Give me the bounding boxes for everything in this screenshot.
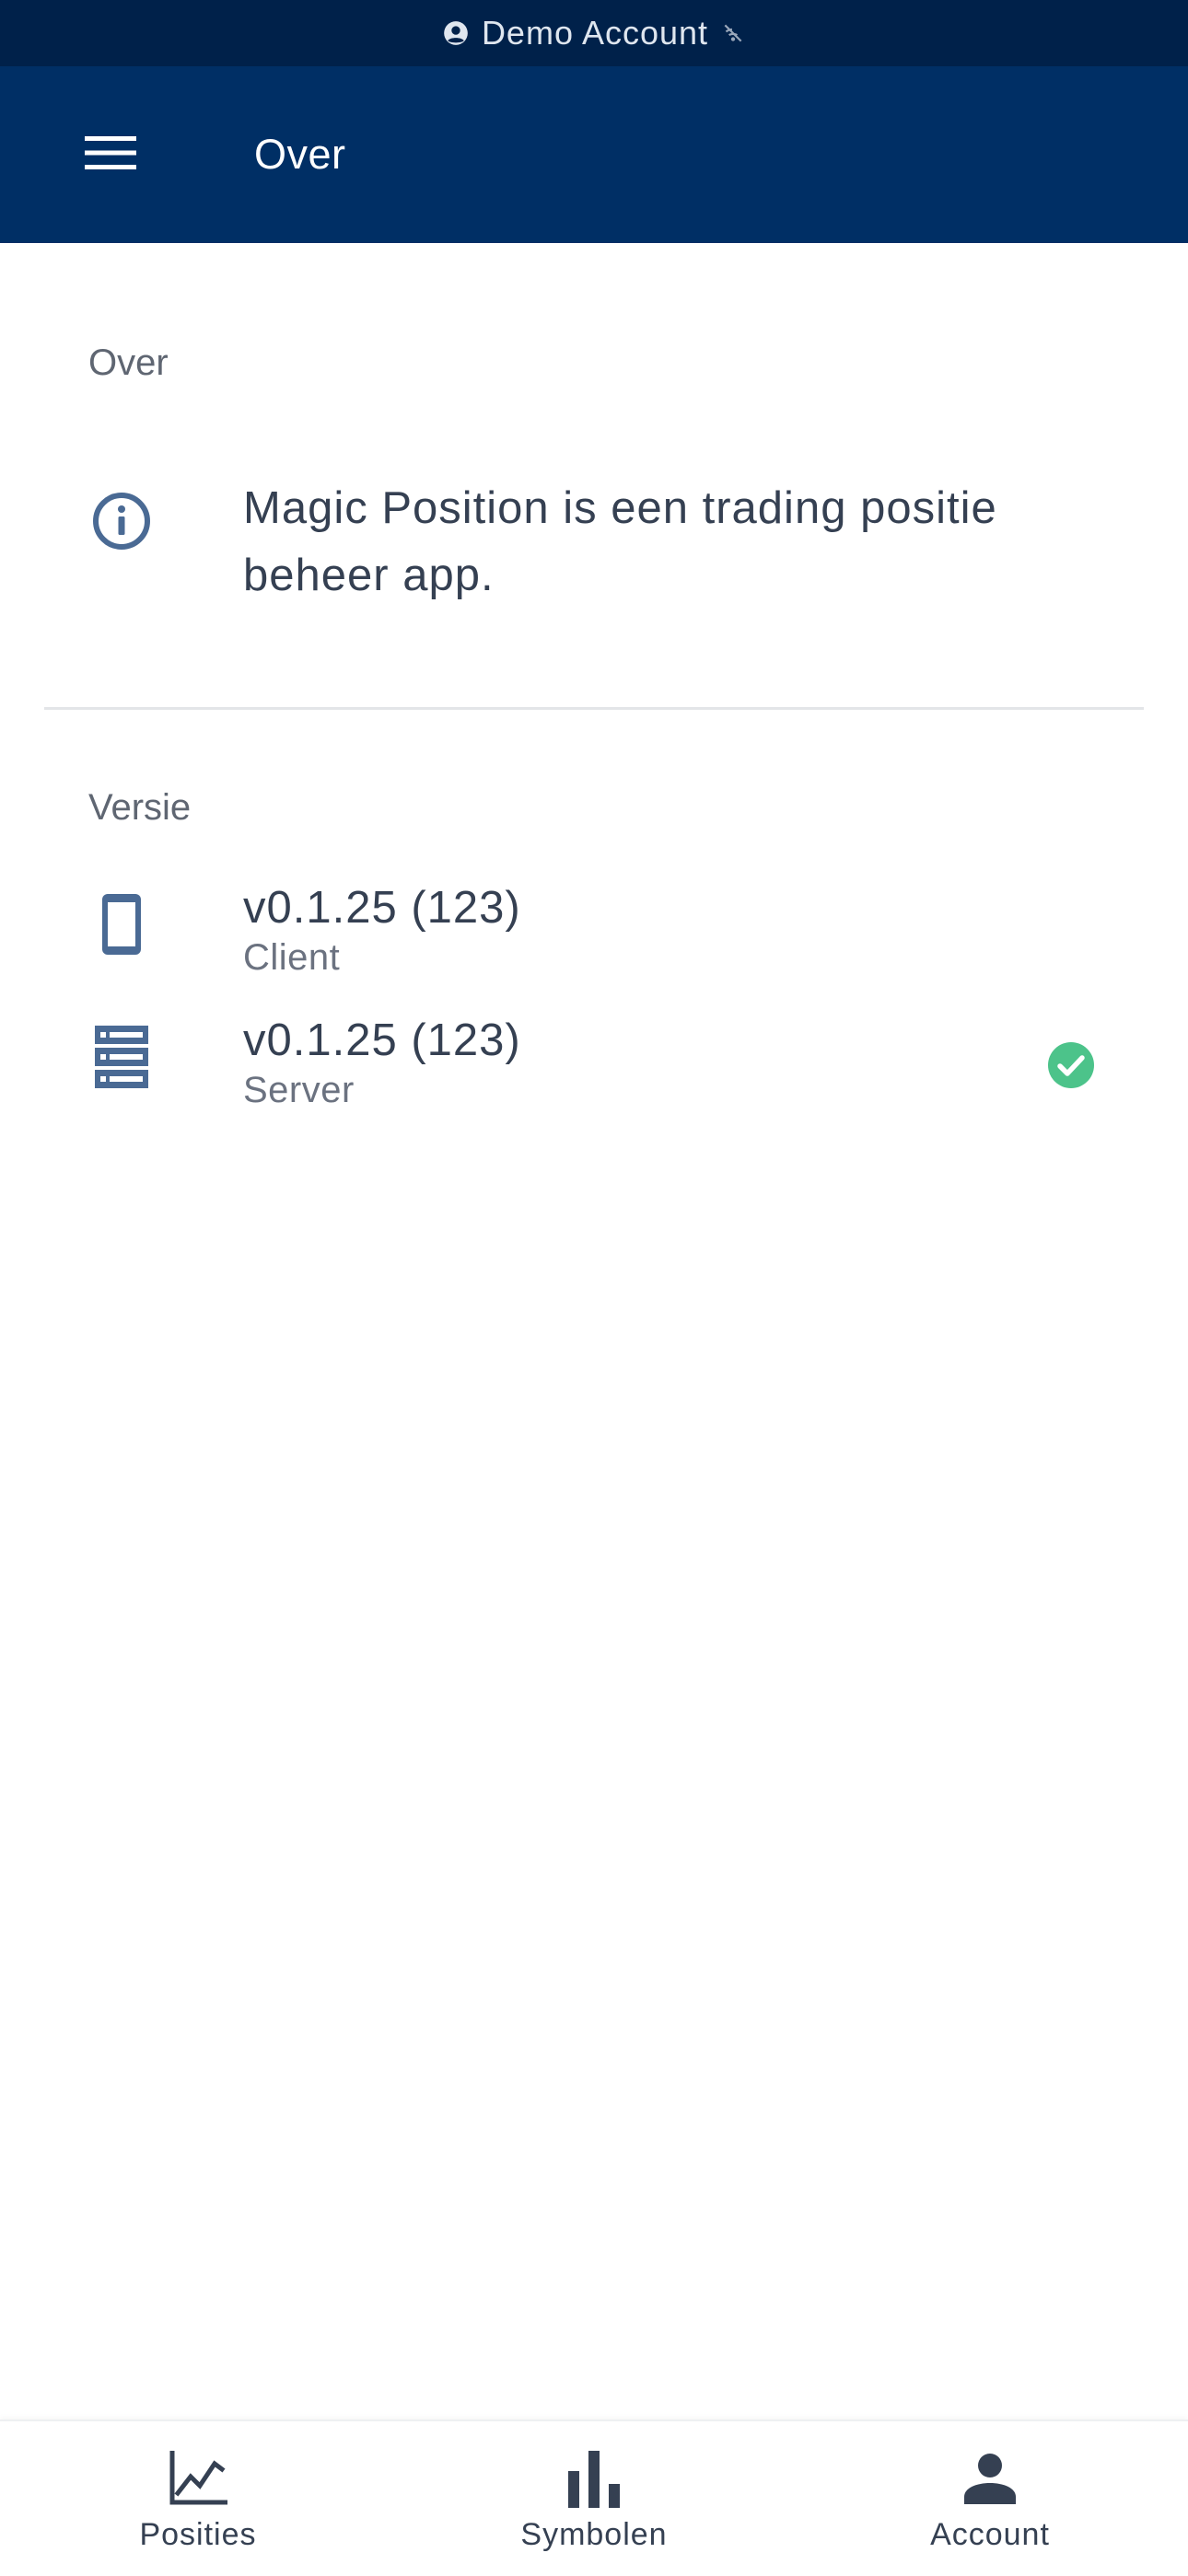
status-bar: Demo Account	[0, 0, 1188, 66]
nav-label-symbolen: Symbolen	[520, 2517, 668, 2552]
bar-chart-icon	[561, 2445, 627, 2512]
nav-label-account: Account	[930, 2517, 1050, 2552]
server-icon	[88, 1024, 155, 1090]
demo-account-label: Demo Account	[481, 14, 709, 52]
hamburger-menu-icon	[85, 134, 136, 176]
wifi-off-icon	[721, 21, 745, 45]
line-chart-icon	[165, 2445, 231, 2512]
nav-item-account[interactable]: Account	[792, 2421, 1188, 2576]
nav-item-symbolen[interactable]: Symbolen	[396, 2421, 792, 2576]
page-title: Over	[254, 131, 346, 178]
server-version: v0.1.25 (123)	[243, 1015, 521, 1065]
server-caption: Server	[243, 1070, 355, 1110]
account-circle-icon	[443, 20, 469, 46]
info-icon	[88, 488, 155, 554]
version-row-client: v0.1.25 (123) Client	[0, 882, 1188, 1002]
version-row-server: v0.1.25 (123) Server	[0, 1015, 1188, 1134]
check-circle-icon	[1046, 1040, 1096, 1090]
person-icon	[957, 2445, 1023, 2512]
app-bar: Over	[0, 66, 1188, 243]
client-caption: Client	[243, 937, 341, 978]
smartphone-icon	[88, 891, 155, 957]
client-version: v0.1.25 (123)	[243, 883, 521, 933]
divider	[44, 707, 1144, 710]
bottom-navigation: Posities Symbolen Account	[0, 2419, 1188, 2576]
about-section-label: Over	[88, 342, 169, 383]
about-description: Magic Position is een trading positie be…	[243, 483, 997, 600]
menu-button[interactable]	[72, 116, 149, 193]
version-section-label: Versie	[88, 787, 192, 828]
nav-label-posities: Posities	[139, 2517, 257, 2552]
nav-item-posities[interactable]: Posities	[0, 2421, 396, 2576]
